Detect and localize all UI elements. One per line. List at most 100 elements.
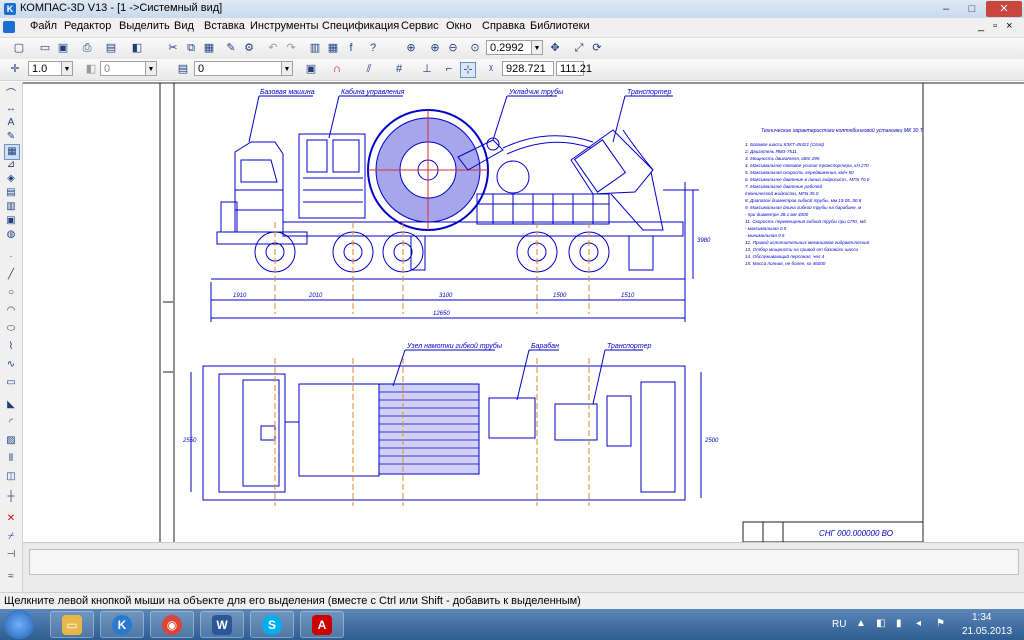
layer-input[interactable]: 0: [194, 61, 282, 76]
clock-date[interactable]: 21.05.2013: [962, 626, 1012, 637]
menu-editor[interactable]: Редактор: [64, 20, 111, 32]
layers-icon[interactable]: ▤: [176, 62, 190, 76]
contour-icon[interactable]: ◫: [4, 470, 18, 484]
editing-icon[interactable]: ✎: [4, 130, 18, 144]
view-style-input[interactable]: 0: [100, 61, 146, 76]
cursor-step-icon[interactable]: ✛: [8, 62, 22, 76]
manager-library-icon[interactable]: ▥: [308, 41, 322, 55]
show-all-icon[interactable]: ⤢: [572, 41, 586, 55]
mdi-window-controls[interactable]: _ ▫ ×: [978, 20, 1016, 32]
variables-icon[interactable]: ▦: [326, 41, 340, 55]
delete-icon[interactable]: ✕: [4, 512, 18, 526]
taskbar-acrobat[interactable]: A: [300, 611, 344, 638]
copy-icon[interactable]: ⧉: [184, 41, 198, 55]
menu-libraries[interactable]: Библиотеки: [530, 20, 590, 32]
chamfer-icon[interactable]: ◣: [4, 398, 18, 412]
menu-specification[interactable]: Спецификация: [322, 20, 399, 32]
language-indicator[interactable]: RU: [832, 619, 846, 630]
polyline-icon[interactable]: ⌇: [4, 340, 18, 354]
format-brush-icon[interactable]: ✎: [224, 41, 238, 55]
hatch-icon[interactable]: ▨: [4, 434, 18, 448]
arc-icon[interactable]: ◠: [4, 304, 18, 318]
new-document-icon[interactable]: ▢: [12, 41, 26, 55]
break-icon[interactable]: ⌿: [4, 530, 18, 544]
close-button[interactable]: ✕: [986, 1, 1022, 17]
zoom-window-icon[interactable]: ⊕: [404, 41, 418, 55]
open-folder-icon[interactable]: ▭: [38, 41, 52, 55]
measure-icon[interactable]: ⊿: [4, 158, 18, 172]
circle-icon[interactable]: ○: [4, 286, 18, 300]
local-snap-icon[interactable]: ⫽: [362, 62, 376, 76]
taskbar-explorer[interactable]: ▭: [50, 611, 94, 638]
snap-magnet-icon[interactable]: ∩: [330, 62, 344, 76]
manager-icon[interactable]: ◧: [130, 41, 144, 55]
menu-insert[interactable]: Вставка: [204, 20, 245, 32]
trim-icon[interactable]: ⊣: [4, 548, 18, 562]
coord-x-field[interactable]: 928.721: [502, 61, 554, 76]
menu-tools[interactable]: Инструменты: [250, 20, 319, 32]
rectangle-icon[interactable]: ▭: [4, 376, 18, 390]
taskbar-kompas[interactable]: K: [100, 611, 144, 638]
menu-file[interactable]: Файл: [30, 20, 57, 32]
zoom-in-icon[interactable]: ⊕: [428, 41, 442, 55]
ellipse-icon[interactable]: ⬭: [4, 322, 18, 336]
document-icon[interactable]: [3, 21, 15, 33]
line-icon[interactable]: ╱: [4, 268, 18, 282]
round-coords-icon[interactable]: ⊹: [460, 62, 476, 78]
refresh-icon[interactable]: ⟳: [590, 41, 604, 55]
maximize-button[interactable]: □: [960, 1, 984, 17]
grid-icon[interactable]: #: [392, 62, 406, 76]
zoom-scale-icon[interactable]: ⊙: [468, 41, 482, 55]
layer-properties-icon[interactable]: ▣: [304, 62, 318, 76]
menu-help[interactable]: Справка: [482, 20, 525, 32]
drawing-canvas[interactable]: Базовая машина Кабина управления Укладчи…: [23, 82, 1024, 542]
tray-app-icon[interactable]: ◧: [876, 618, 885, 629]
point-icon[interactable]: ·: [4, 250, 18, 264]
flag-icon[interactable]: ⚑: [936, 618, 945, 629]
tray-expand-icon[interactable]: ▲: [856, 618, 866, 629]
step-input[interactable]: 1.0: [28, 61, 62, 76]
undo-icon[interactable]: ↶: [266, 41, 280, 55]
reports-icon[interactable]: ▥: [4, 200, 18, 214]
select-icon[interactable]: ◈: [4, 172, 18, 186]
zoom-input[interactable]: 0.2992: [486, 40, 532, 55]
taskbar-word[interactable]: W: [200, 611, 244, 638]
clock-time[interactable]: 1:34: [972, 612, 991, 623]
wave-line-icon[interactable]: ≈: [4, 570, 18, 584]
axis-line-icon[interactable]: ┼: [4, 490, 18, 504]
step-dropdown-chevron-icon[interactable]: ▼: [62, 61, 73, 76]
menu-service[interactable]: Сервис: [401, 20, 439, 32]
network-icon[interactable]: ▮: [896, 618, 902, 629]
taskbar-chrome[interactable]: ◉: [150, 611, 194, 638]
volume-icon[interactable]: ◂: [916, 618, 921, 629]
cut-icon[interactable]: ✂: [166, 41, 180, 55]
bezier-icon[interactable]: ∿: [4, 358, 18, 372]
help-cursor-icon[interactable]: ?: [366, 41, 380, 55]
menu-select[interactable]: Выделить: [119, 20, 170, 32]
fragment-icon[interactable]: ◍: [4, 228, 18, 242]
coord-y-field[interactable]: 111.21: [556, 61, 592, 76]
start-button[interactable]: [4, 610, 34, 639]
menu-view[interactable]: Вид: [174, 20, 194, 32]
designations-icon[interactable]: A: [4, 116, 18, 130]
zoom-out-icon[interactable]: ⊖: [446, 41, 460, 55]
save-icon[interactable]: ▣: [56, 41, 70, 55]
spec-icon[interactable]: ▤: [4, 186, 18, 200]
view-style-dropdown-chevron-icon[interactable]: ▼: [146, 61, 157, 76]
local-cs-icon[interactable]: ⊥: [420, 62, 434, 76]
dimensions-icon[interactable]: ↔: [4, 102, 18, 116]
equidistant-icon[interactable]: ⫴: [4, 452, 18, 466]
properties-icon[interactable]: ⚙: [242, 41, 256, 55]
pan-icon[interactable]: ✥: [548, 41, 562, 55]
zoom-dropdown-chevron-icon[interactable]: ▼: [532, 40, 543, 55]
fx-icon[interactable]: f: [344, 41, 358, 55]
preview-icon[interactable]: ▤: [104, 41, 118, 55]
taskbar-skype[interactable]: S: [250, 611, 294, 638]
paste-icon[interactable]: ▦: [202, 41, 216, 55]
print-icon[interactable]: ⎙: [80, 41, 94, 55]
insert-icon[interactable]: ▣: [4, 214, 18, 228]
redo-icon[interactable]: ↷: [284, 41, 298, 55]
layer-dropdown-chevron-icon[interactable]: ▼: [282, 61, 293, 76]
properties-panel-field[interactable]: [29, 549, 1019, 575]
fillet-icon[interactable]: ◜: [4, 416, 18, 430]
